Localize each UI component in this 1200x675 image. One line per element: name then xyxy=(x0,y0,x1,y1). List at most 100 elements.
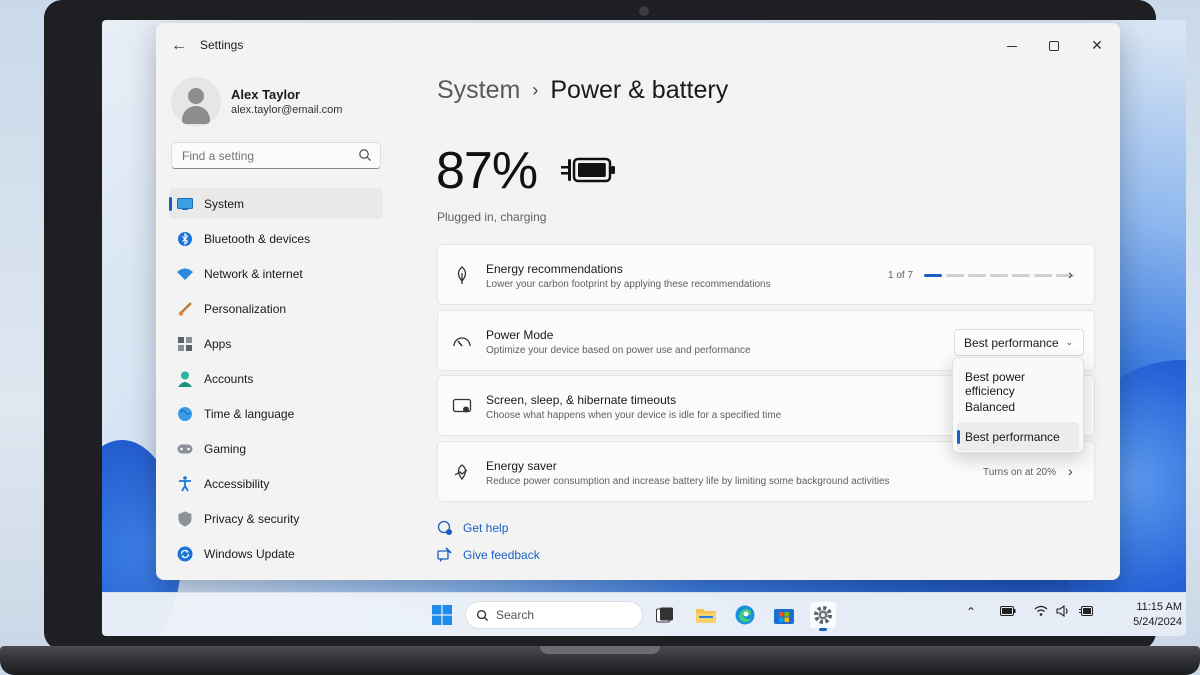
task-view-button[interactable] xyxy=(652,602,678,628)
get-help-label: Get help xyxy=(463,521,509,535)
power-mode-dropdown: Best power efficiency Balanced Best perf… xyxy=(952,357,1084,453)
pager-dot xyxy=(1034,274,1052,277)
pager-dots xyxy=(924,274,1074,277)
chevron-right-icon[interactable]: › xyxy=(1068,266,1073,282)
power-mode-select[interactable]: Best performance ⌄ xyxy=(954,329,1084,356)
system-clock[interactable]: 11:15 AM 5/24/2024 xyxy=(1102,600,1182,630)
card-subtitle: Lower your carbon footprint by applying … xyxy=(486,279,771,290)
sidebar-item-network[interactable]: Network & internet xyxy=(169,258,383,289)
get-help-link[interactable]: Get help xyxy=(437,520,508,536)
back-arrow-icon[interactable]: ← xyxy=(168,35,190,57)
battery-tray-button[interactable] xyxy=(1000,605,1016,619)
power-mode-option[interactable]: Best performance xyxy=(957,422,1079,451)
card-title: Screen, sleep, & hibernate timeouts xyxy=(486,393,677,407)
window-title: Settings xyxy=(200,38,244,52)
settings-window: ← Settings ✕ Alex Taylor alex.taylor@ema… xyxy=(156,23,1120,580)
sidebar-item-label: Network & internet xyxy=(204,266,303,281)
card-title: Energy saver xyxy=(486,459,557,473)
pager-dot xyxy=(1012,274,1030,277)
chevron-right-icon[interactable]: › xyxy=(1068,463,1073,479)
screen-sleep-icon xyxy=(452,398,472,413)
sidebar-item-privacy[interactable]: Privacy & security xyxy=(169,503,383,534)
give-feedback-label: Give feedback xyxy=(463,548,540,562)
speedometer-icon xyxy=(453,337,471,347)
sidebar-item-label: Accounts xyxy=(204,371,254,386)
search-icon xyxy=(359,149,371,161)
accounts-icon xyxy=(177,371,193,387)
battery-tray-icon xyxy=(1000,606,1016,616)
sidebar-item-label: Bluetooth & devices xyxy=(204,231,311,246)
power-mode-option[interactable]: Best power efficiency xyxy=(957,362,1079,398)
start-button[interactable] xyxy=(429,602,455,628)
breadcrumb-separator: › xyxy=(532,80,539,100)
avatar xyxy=(171,77,221,127)
help-chat-icon xyxy=(437,520,452,535)
breadcrumb-parent[interactable]: System xyxy=(437,76,520,105)
maximize-button[interactable] xyxy=(1040,33,1068,57)
laptop-hinge-notch xyxy=(540,646,660,654)
search-icon xyxy=(476,609,489,622)
sidebar-item-personalization[interactable]: Personalization xyxy=(169,293,383,324)
chevron-up-icon: ⌃ xyxy=(966,605,977,619)
store-button[interactable] xyxy=(771,602,797,628)
laptop-bezel: ← Settings ✕ Alex Taylor alex.taylor@ema… xyxy=(44,0,1186,650)
task-view-icon xyxy=(656,607,673,623)
taskbar-search[interactable]: Search xyxy=(465,601,643,629)
settings-app-button[interactable] xyxy=(810,602,836,631)
close-button[interactable]: ✕ xyxy=(1083,33,1111,57)
find-setting-input[interactable] xyxy=(171,142,381,169)
pager-dot xyxy=(990,274,1008,277)
show-hidden-icons-button[interactable]: ⌃ xyxy=(966,605,976,619)
pager-count: 1 of 7 xyxy=(888,270,914,281)
sidebar-nav: System Bluetooth & devices Network & int… xyxy=(169,188,383,573)
energy-recommendations-card[interactable]: Energy recommendations Lower your carbon… xyxy=(437,244,1095,305)
network-tray-button[interactable] xyxy=(1034,605,1048,619)
sidebar-item-accounts[interactable]: Accounts xyxy=(169,363,383,394)
edge-browser-button[interactable] xyxy=(732,602,758,628)
wifi-tray-icon xyxy=(1034,605,1048,616)
sidebar-item-gaming[interactable]: Gaming xyxy=(169,433,383,464)
charging-battery-icon xyxy=(561,157,615,183)
gamepad-icon xyxy=(177,441,193,457)
card-subtitle: Choose what happens when your device is … xyxy=(486,410,782,421)
sidebar-item-windows-update[interactable]: Windows Update xyxy=(169,538,383,569)
battery-percentage: 87% xyxy=(436,142,538,200)
wifi-icon xyxy=(177,266,193,282)
clock-time: 11:15 AM xyxy=(1136,601,1182,613)
energy-saver-icon xyxy=(454,464,468,481)
update-icon xyxy=(177,546,193,562)
user-profile[interactable]: Alex Taylor alex.taylor@email.com xyxy=(171,77,391,137)
sidebar-item-label: Apps xyxy=(204,336,232,351)
sidebar-item-label: Accessibility xyxy=(204,476,270,491)
file-explorer-button[interactable] xyxy=(693,602,719,628)
shield-icon xyxy=(177,511,193,527)
webcam xyxy=(639,6,649,16)
leaf-icon xyxy=(457,266,467,284)
edge-browser-icon xyxy=(735,605,755,625)
globe-icon xyxy=(177,406,193,422)
sidebar-item-time-language[interactable]: Time & language xyxy=(169,398,383,429)
profile-email: alex.taylor@email.com xyxy=(231,104,343,116)
breadcrumb: System › Power & battery xyxy=(437,76,728,105)
sidebar-item-apps[interactable]: Apps xyxy=(169,328,383,359)
pager-dot xyxy=(946,274,964,277)
sidebar-item-accessibility[interactable]: Accessibility xyxy=(169,468,383,499)
pager-dot xyxy=(968,274,986,277)
store-icon xyxy=(774,609,794,624)
profile-name: Alex Taylor xyxy=(231,87,301,102)
clock-date: 5/24/2024 xyxy=(1133,616,1182,628)
folder-icon xyxy=(696,609,716,623)
give-feedback-link[interactable]: Give feedback xyxy=(437,547,540,563)
sidebar-item-label: Time & language xyxy=(204,406,295,421)
sidebar-item-bluetooth[interactable]: Bluetooth & devices xyxy=(169,223,383,254)
minimize-button[interactable] xyxy=(998,33,1026,57)
sidebar-item-system[interactable]: System xyxy=(169,188,383,219)
card-subtitle: Optimize your device based on power use … xyxy=(486,345,751,356)
card-subtitle: Reduce power consumption and increase ba… xyxy=(486,476,890,487)
power-mode-option[interactable]: Balanced xyxy=(957,392,1079,421)
bluetooth-icon xyxy=(177,231,193,247)
volume-tray-button[interactable] xyxy=(1056,604,1070,620)
brush-icon xyxy=(177,301,193,317)
sidebar-item-label: Personalization xyxy=(204,301,287,316)
power-tray-button[interactable] xyxy=(1079,605,1095,619)
